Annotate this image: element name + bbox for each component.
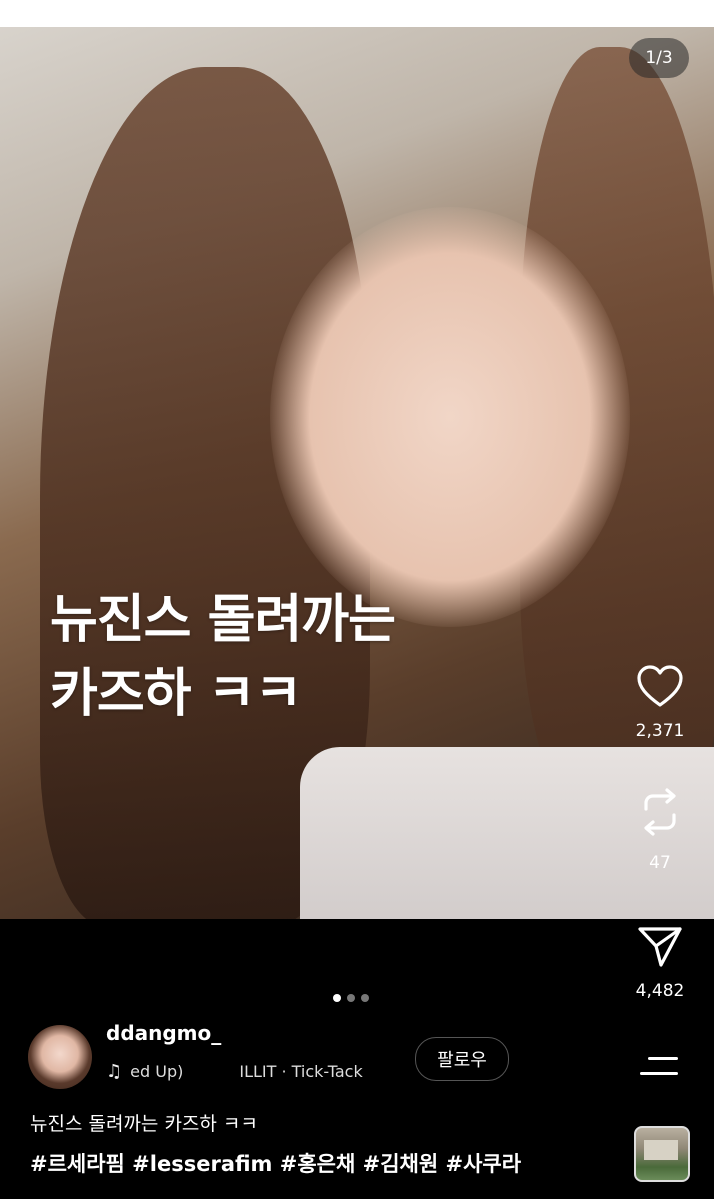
carousel-indicator — [333, 994, 369, 1002]
photo-face — [270, 207, 630, 627]
repost-button[interactable]: 47 — [620, 787, 700, 873]
overlay-caption: 뉴진스 돌려까는 카즈하 ㅋㅋ — [50, 583, 570, 731]
audio-thumbnail[interactable] — [634, 1126, 690, 1182]
overlay-caption-line1: 뉴진스 돌려까는 — [50, 590, 396, 650]
username[interactable]: ddangmo_ — [106, 1021, 221, 1045]
music-info[interactable]: ♫ ed Up) ILLIT · Tick-Tack — [106, 1061, 402, 1082]
repost-icon — [644, 788, 676, 836]
music-note-icon: ♫ — [106, 1061, 123, 1082]
post-caption: 뉴진스 돌려까는 카즈하 ㅋㅋ — [30, 1113, 258, 1135]
send-icon — [638, 927, 682, 967]
heart-icon — [637, 665, 683, 707]
like-count: 2,371 — [635, 721, 685, 741]
status-area — [0, 0, 714, 27]
post-image[interactable] — [0, 27, 714, 919]
avatar[interactable] — [28, 1025, 92, 1089]
repost-count: 47 — [649, 853, 671, 873]
like-button[interactable]: 2,371 — [620, 665, 700, 741]
share-button[interactable]: 4,482 — [620, 925, 700, 1001]
menu-icon[interactable] — [640, 1057, 678, 1077]
carousel-dot — [333, 994, 341, 1002]
carousel-dot — [347, 994, 355, 1002]
hashtags[interactable]: #르세라핌 #lesserafim #홍은채 #김채원 #사쿠라 — [30, 1148, 521, 1178]
music-track-part1: ed Up) — [130, 1062, 184, 1081]
music-track-part2: ILLIT · Tick-Tack — [239, 1062, 363, 1081]
image-counter: 1/3 — [629, 38, 689, 78]
overlay-caption-line2: 카즈하 ㅋㅋ — [50, 664, 302, 724]
follow-button[interactable]: 팔로우 — [415, 1037, 509, 1081]
share-count: 4,482 — [635, 981, 685, 1001]
carousel-dot — [361, 994, 369, 1002]
